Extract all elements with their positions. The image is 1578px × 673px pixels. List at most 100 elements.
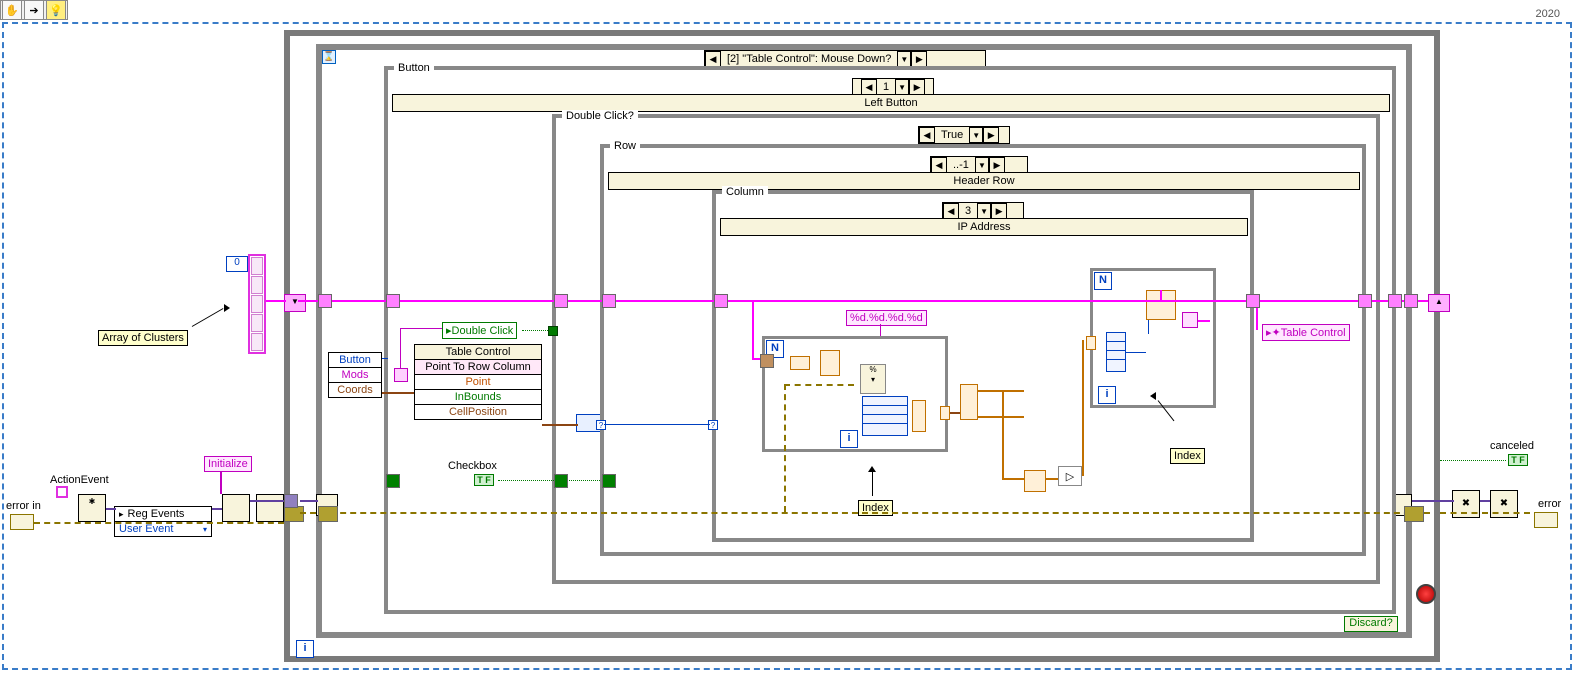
scan-from-string-node[interactable]: %▾ <box>860 364 886 394</box>
checkbox-constant-label: Checkbox <box>448 460 497 472</box>
tunnel <box>554 474 568 488</box>
invoke-node[interactable]: Table Control Point To Row Column Point … <box>414 344 542 420</box>
create-user-event-node[interactable]: ✱ <box>78 494 106 522</box>
event-dropdown-icon[interactable]: ▼ <box>897 51 911 67</box>
chevron-left-icon[interactable]: ◀ <box>943 203 959 219</box>
tunnel <box>1404 294 1418 308</box>
wire <box>978 416 1024 418</box>
wire <box>1440 500 1454 502</box>
wire <box>542 424 578 426</box>
unbundle-node[interactable] <box>820 350 840 376</box>
autoindex-tunnel <box>940 406 950 420</box>
array-constant[interactable]: 0 <box>248 254 266 354</box>
chevron-right-icon[interactable]: ▶ <box>991 203 1007 219</box>
tunnel <box>1358 294 1372 308</box>
wire <box>522 330 550 331</box>
canceled-indicator[interactable]: T F <box>1508 454 1528 466</box>
chevron-left-icon[interactable]: ◀ <box>861 79 877 95</box>
format-string-constant[interactable]: %d.%d.%d.%d <box>846 310 927 326</box>
case-column-selector-term: ? <box>708 420 718 430</box>
wire <box>752 300 754 358</box>
bundle-output[interactable] <box>1182 312 1198 328</box>
select-node[interactable]: ▷ <box>1058 466 1082 486</box>
chevron-down-icon[interactable]: ▼ <box>975 157 989 173</box>
wire <box>1198 300 1218 302</box>
tunnel <box>602 474 616 488</box>
hand-icon: ✋ <box>5 4 19 17</box>
array-index[interactable]: 0 <box>226 256 248 272</box>
array-of-clusters-label: Array of Clusters <box>98 330 188 346</box>
case-doubleclick-selector[interactable]: ◀ True ▼ ▶ <box>918 126 1010 144</box>
stop-terminal[interactable] <box>1416 584 1436 604</box>
wire <box>300 500 318 502</box>
error-in-terminal[interactable] <box>10 514 34 530</box>
dynamic-event-terminal-1[interactable] <box>222 494 250 522</box>
case-selector-terminal <box>548 326 558 336</box>
tunnel <box>318 294 332 308</box>
for-loop-2-i: i <box>1098 386 1116 404</box>
shift-register-right[interactable]: ▲ <box>1428 294 1450 312</box>
invoke-node-method: Point To Row Column <box>415 360 541 375</box>
event-data-node[interactable]: Button Mods Coords <box>328 352 382 398</box>
case-row-band: Header Row <box>608 172 1360 190</box>
chevron-left-icon[interactable]: ◀ <box>919 127 935 143</box>
wire <box>1148 320 1149 334</box>
wire <box>1480 500 1490 502</box>
wire <box>1160 290 1162 302</box>
table-control-local[interactable]: ▸✦Table Control <box>1262 324 1350 341</box>
shift-register-left[interactable]: ▼ <box>284 294 306 312</box>
event-next-icon[interactable]: ▶ <box>911 51 927 67</box>
index-array-node[interactable] <box>790 356 810 370</box>
reg-events-title: Reg Events <box>128 508 185 520</box>
invoke-node-p1: Point <box>415 375 541 390</box>
build-array-node[interactable] <box>862 396 908 436</box>
error-out-terminal[interactable] <box>1534 512 1558 528</box>
tunnel <box>714 294 728 308</box>
tunnel <box>386 474 400 488</box>
chevron-down-icon[interactable]: ▼ <box>895 79 909 95</box>
chevron-down-icon[interactable]: ▼ <box>977 203 991 219</box>
unbundle-mods[interactable] <box>394 368 408 382</box>
error-wire-through <box>300 512 1430 514</box>
wire <box>266 300 286 302</box>
wire <box>784 384 786 512</box>
wire <box>1440 512 1530 514</box>
wire <box>212 508 222 510</box>
double-click-element[interactable]: ▸Double Click <box>442 322 517 339</box>
for-loop-1-i: i <box>840 430 858 448</box>
wire <box>400 328 442 329</box>
error-out-label: error <box>1538 498 1561 510</box>
tunnel <box>554 294 568 308</box>
annotation-arrowhead <box>1150 392 1156 400</box>
index-array-2[interactable] <box>960 384 978 420</box>
wire <box>1440 460 1506 461</box>
chevron-right-icon[interactable]: ▶ <box>909 79 925 95</box>
arrow-icon: ➔ <box>29 4 38 17</box>
timeout-terminal[interactable]: ⌛ <box>322 50 336 64</box>
highlight-tool-button[interactable]: 💡 <box>46 0 66 20</box>
wire <box>784 384 854 386</box>
case-column-label: Column <box>722 186 768 198</box>
arrow-tool-button[interactable]: ➔ <box>24 0 44 20</box>
chevron-left-icon[interactable]: ◀ <box>931 157 947 173</box>
bundle-node[interactable] <box>912 400 926 432</box>
checkbox-constant[interactable]: T F <box>474 474 494 486</box>
error-wire <box>34 522 284 524</box>
discard-terminal[interactable]: Discard? <box>1344 616 1398 632</box>
dynamic-event-terminal-2[interactable] <box>256 494 284 522</box>
for-loop-2-N: N <box>1094 272 1112 290</box>
chevron-right-icon[interactable]: ▶ <box>989 157 1005 173</box>
chevron-down-icon[interactable]: ▼ <box>969 127 983 143</box>
event-prev-icon[interactable]: ◀ <box>705 51 721 67</box>
initialize-local[interactable]: Initialize <box>204 456 252 472</box>
index-array-inner[interactable] <box>1106 332 1126 372</box>
year-label: 2020 <box>1532 8 1564 20</box>
block-diagram: ✋ ➔ 💡 2020 error in ActionEvent ✱ ▸Reg E… <box>0 0 1578 673</box>
sort-array-node[interactable] <box>1024 470 1046 492</box>
annotation-arrowhead <box>868 466 876 472</box>
chevron-right-icon[interactable]: ▶ <box>983 127 999 143</box>
wire <box>1002 478 1024 480</box>
action-event-constant[interactable] <box>56 486 68 498</box>
index-label-2: Index <box>1170 448 1205 464</box>
pan-tool-button[interactable]: ✋ <box>2 0 22 20</box>
